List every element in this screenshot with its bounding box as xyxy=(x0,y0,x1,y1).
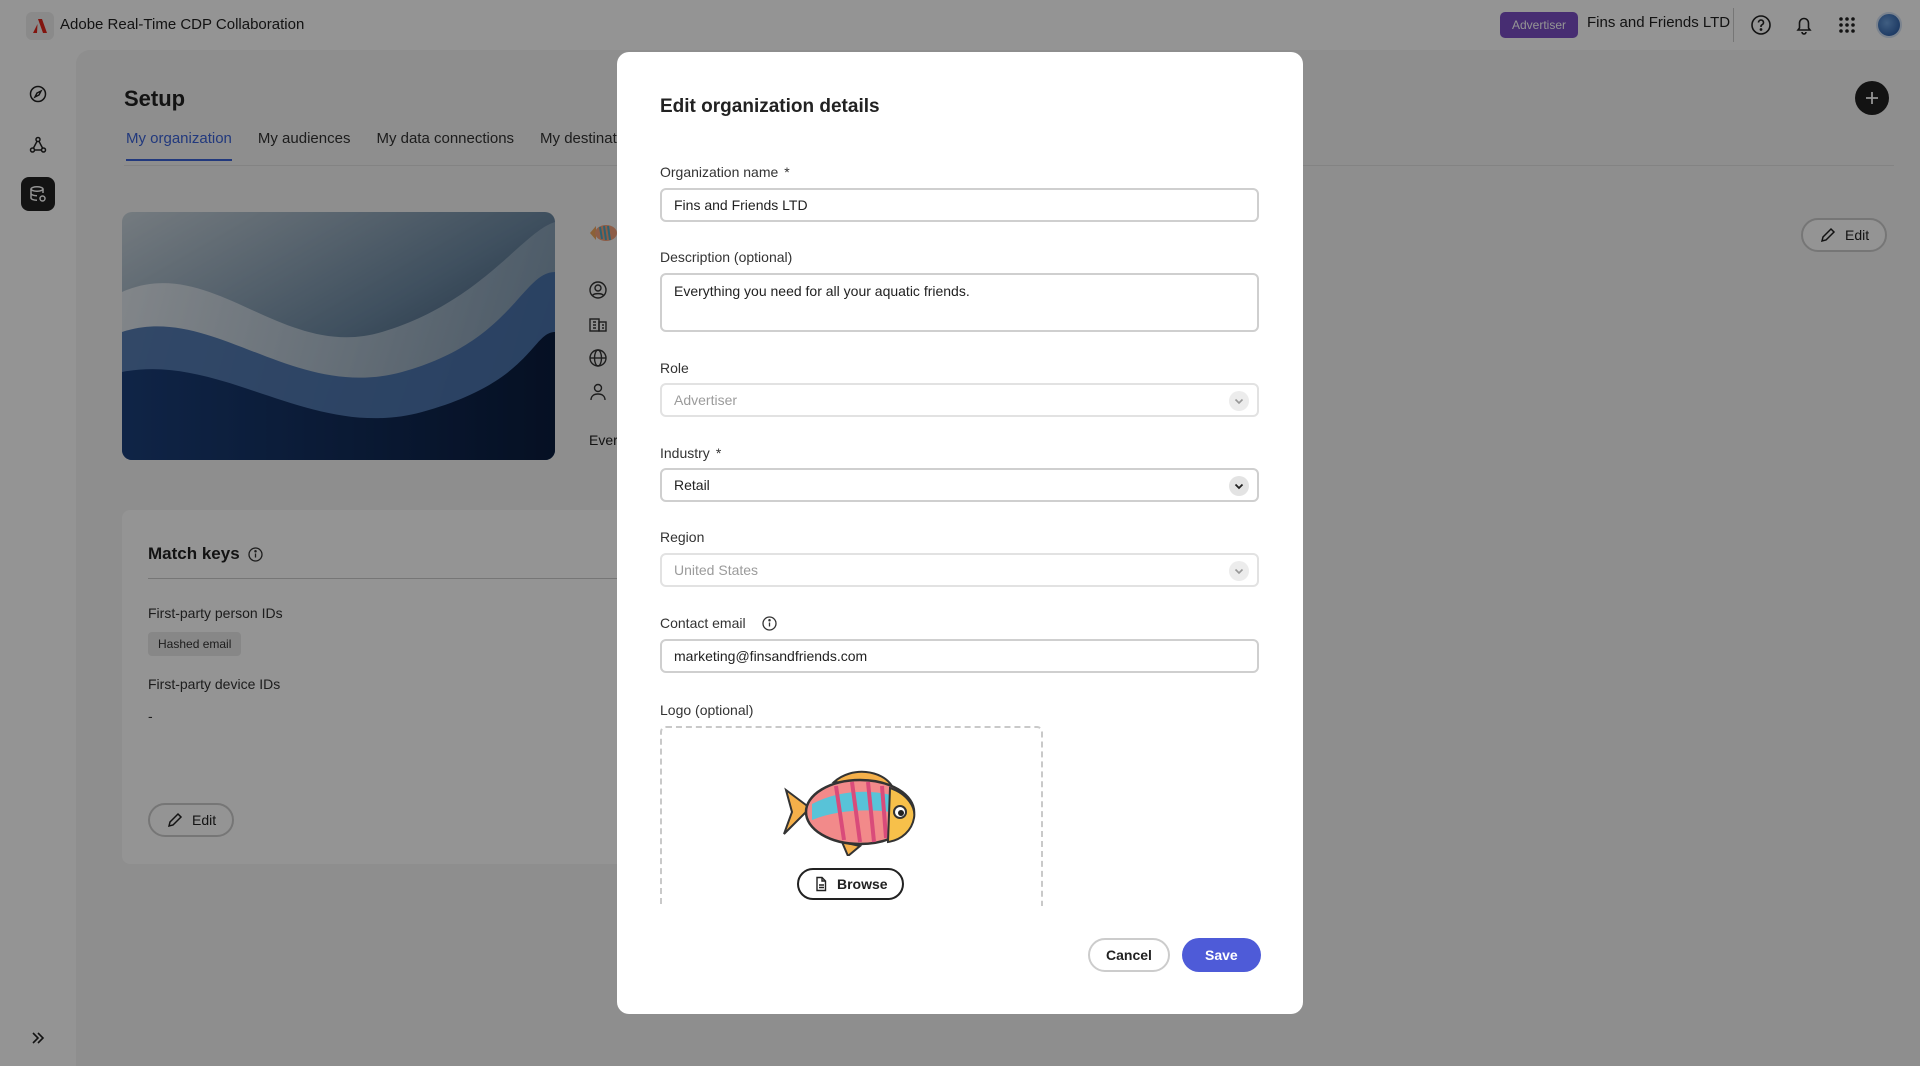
region-label: Region xyxy=(660,529,704,545)
description-value: Everything you need for all your aquatic… xyxy=(674,283,970,299)
chevron-down-icon[interactable] xyxy=(1229,476,1249,496)
logo-label-text: Logo (optional) xyxy=(660,702,754,718)
info-icon[interactable] xyxy=(761,615,777,631)
contact-email-label-text: Contact email xyxy=(660,615,746,631)
fish-logo-image xyxy=(783,770,916,856)
org-name-input[interactable]: Fins and Friends LTD xyxy=(660,188,1259,222)
role-label: Role xyxy=(660,360,689,376)
contact-email-label: Contact email xyxy=(660,615,777,631)
org-name-label: Organization name * xyxy=(660,164,790,180)
contact-email-value: marketing@finsandfriends.com xyxy=(674,648,868,664)
industry-select[interactable]: Retail xyxy=(660,468,1259,502)
save-button[interactable]: Save xyxy=(1182,938,1261,972)
org-name-label-text: Organization name xyxy=(660,164,779,180)
role-label-text: Role xyxy=(660,360,689,376)
industry-label-text: Industry xyxy=(660,445,710,461)
org-name-value: Fins and Friends LTD xyxy=(674,197,808,213)
chevron-down-icon xyxy=(1229,561,1249,581)
required-mark: * xyxy=(784,164,790,180)
contact-email-input[interactable]: marketing@finsandfriends.com xyxy=(660,639,1259,673)
file-icon xyxy=(816,876,827,892)
dialog-title: Edit organization details xyxy=(660,96,880,117)
region-label-text: Region xyxy=(660,529,705,545)
logo-label: Logo (optional) xyxy=(660,702,753,718)
browse-label: Browse xyxy=(837,876,888,892)
region-value: United States xyxy=(674,562,759,578)
role-select: Advertiser xyxy=(660,383,1259,417)
cancel-button[interactable]: Cancel xyxy=(1088,938,1170,972)
browse-button[interactable]: Browse xyxy=(797,868,904,900)
industry-label: Industry * xyxy=(660,445,721,461)
industry-value: Retail xyxy=(674,477,710,493)
region-select: United States xyxy=(660,553,1259,587)
description-label-text: Description (optional) xyxy=(660,249,793,265)
edit-organization-dialog: Edit organization details Organization n… xyxy=(617,52,1303,1014)
description-label: Description (optional) xyxy=(660,249,792,265)
chevron-down-icon xyxy=(1229,391,1249,411)
logo-dropzone[interactable]: Browse xyxy=(660,726,1043,906)
required-mark: * xyxy=(715,445,722,461)
role-value: Advertiser xyxy=(674,392,738,408)
description-textarea[interactable]: Everything you need for all your aquatic… xyxy=(660,273,1259,332)
